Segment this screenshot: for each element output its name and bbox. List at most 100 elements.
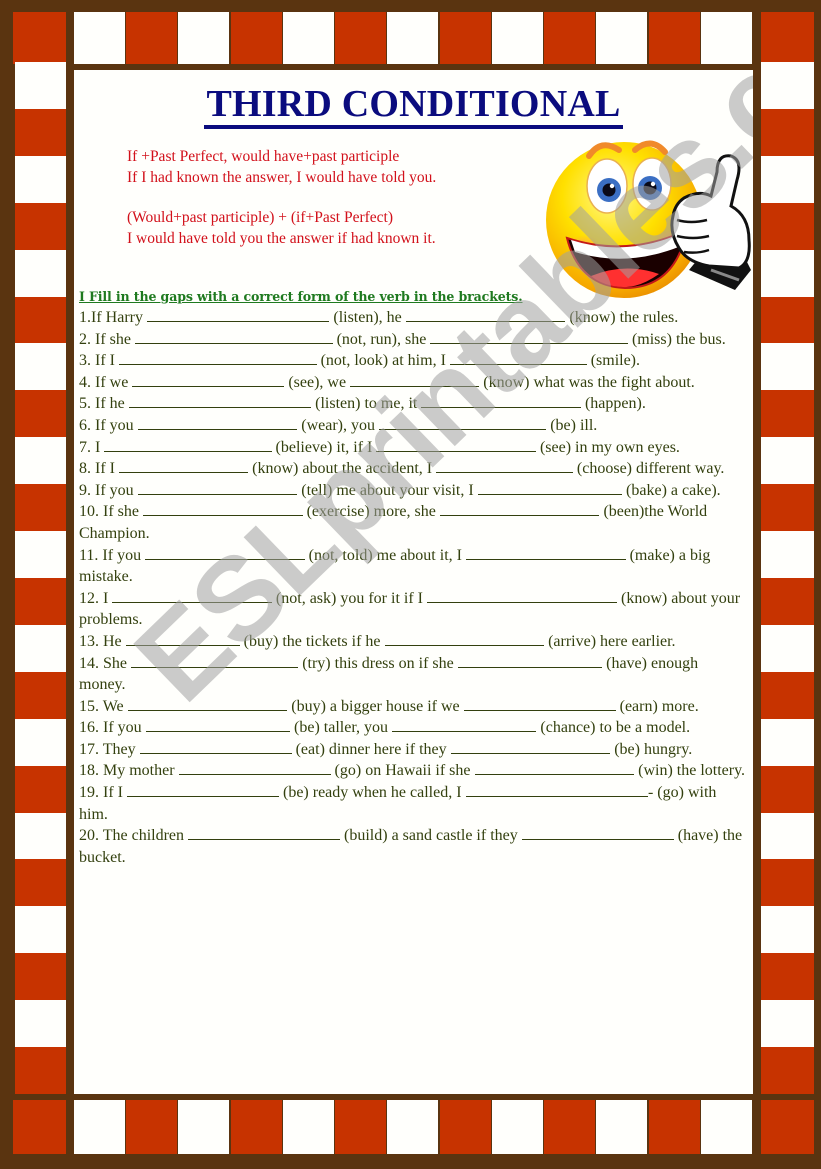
answer-blank[interactable] xyxy=(145,545,305,560)
answer-blank[interactable] xyxy=(477,480,623,495)
exercise-text: (arrive) here earlier. xyxy=(544,632,676,650)
border-cell xyxy=(761,203,814,250)
border-cell xyxy=(15,343,66,390)
answer-blank[interactable] xyxy=(350,372,480,387)
exercise-item: 10. If she (exercise) more, she (been)th… xyxy=(79,501,747,544)
border-cell xyxy=(15,813,66,860)
answer-blank[interactable] xyxy=(436,458,573,474)
answer-blank[interactable] xyxy=(128,393,312,409)
border-cell xyxy=(596,1100,647,1154)
answer-blank[interactable] xyxy=(112,588,272,603)
border-cell xyxy=(15,719,66,766)
exercise-text: (not, told) me about it, I xyxy=(304,546,466,564)
border-cell xyxy=(492,1100,543,1154)
border-cell xyxy=(15,437,66,484)
exercise-text: 15. We xyxy=(79,697,128,715)
answer-blank[interactable] xyxy=(463,696,616,711)
exercise-text: (be) ready when he called, I xyxy=(278,784,466,802)
answer-blank[interactable] xyxy=(474,760,635,776)
exercise-text: 18. My mother xyxy=(79,762,179,780)
border-cell xyxy=(15,390,66,437)
exercise-text: 3. If I xyxy=(79,352,119,370)
exercise-instruction: I Fill in the gaps with a correct form o… xyxy=(79,289,523,304)
exercise-text: (not, ask) you for it if I xyxy=(271,589,427,607)
border-cell xyxy=(231,12,282,64)
border-cell xyxy=(761,250,814,297)
answer-blank[interactable] xyxy=(118,350,317,366)
answer-blank[interactable] xyxy=(134,329,333,344)
border-cell xyxy=(15,62,66,109)
border-cell xyxy=(761,719,814,766)
exercise-text: (know) about the accident, I xyxy=(248,460,437,478)
answer-blank[interactable] xyxy=(384,631,545,646)
answer-blank[interactable] xyxy=(188,825,341,841)
border-cell xyxy=(126,1100,177,1154)
exercise-text: (know) what was the fight about. xyxy=(479,373,695,391)
answer-blank[interactable] xyxy=(421,393,581,409)
answer-blank[interactable] xyxy=(465,782,648,798)
border-corner xyxy=(13,12,66,64)
answer-blank[interactable] xyxy=(392,717,537,733)
border-cell xyxy=(15,1000,66,1047)
border-cell xyxy=(126,12,177,64)
border-cell xyxy=(440,12,491,64)
answer-blank[interactable] xyxy=(104,437,272,452)
answer-blank[interactable] xyxy=(521,825,674,841)
border-cell xyxy=(596,12,647,64)
border-cell xyxy=(761,906,814,953)
answer-blank[interactable] xyxy=(142,501,303,517)
border-cell xyxy=(335,12,386,64)
exercise-item: 18. My mother (go) on Hawaii if she (win… xyxy=(79,760,747,782)
answer-blank[interactable] xyxy=(146,307,330,322)
answer-blank[interactable] xyxy=(379,415,547,430)
exercise-item: 14. She (try) this dress on if she (have… xyxy=(79,653,747,696)
exercise-text: (see) in my own eyes. xyxy=(535,438,680,456)
exercise-item: 8. If I (know) about the accident, I (ch… xyxy=(79,458,747,480)
border-cell xyxy=(15,1047,66,1094)
exercise-text: (wear), you xyxy=(297,416,379,434)
answer-blank[interactable] xyxy=(439,501,600,517)
border-cell xyxy=(761,813,814,860)
answer-blank[interactable] xyxy=(405,307,566,322)
exercise-text: 4. If we xyxy=(79,373,133,391)
answer-blank[interactable] xyxy=(449,350,587,366)
exercise-item: 2. If she (not, run), she (miss) the bus… xyxy=(79,329,747,351)
exercise-text: (build) a sand castle if they xyxy=(340,827,522,845)
answer-blank[interactable] xyxy=(145,717,291,733)
answer-blank[interactable] xyxy=(118,458,249,474)
exercise-item: 12. I (not, ask) you for it if I (know) … xyxy=(79,588,747,631)
answer-blank[interactable] xyxy=(430,329,628,344)
border-cell xyxy=(387,1100,438,1154)
answer-blank[interactable] xyxy=(450,739,611,754)
exercise-item: 6. If you (wear), you (be) ill. xyxy=(79,415,747,437)
answer-blank[interactable] xyxy=(178,760,331,776)
answer-blank[interactable] xyxy=(457,653,603,668)
exercise-item: 11. If you (not, told) me about it, I (m… xyxy=(79,545,747,588)
rule-formula: If +Past Perfect, would have+past partic… xyxy=(127,148,400,165)
answer-blank[interactable] xyxy=(465,545,626,560)
exercise-text: 5. If he xyxy=(79,395,129,413)
exercise-text: 20. The children xyxy=(79,827,189,845)
exercise-text: (happen). xyxy=(580,395,646,413)
border-cell xyxy=(335,1100,386,1154)
rule-example: If I had known the answer, I would have … xyxy=(127,169,437,186)
answer-blank[interactable] xyxy=(376,437,536,452)
answer-blank[interactable] xyxy=(139,739,292,754)
border-cell xyxy=(761,437,814,484)
answer-blank[interactable] xyxy=(137,415,298,430)
exercise-text: (listen) to me, it xyxy=(311,395,422,413)
answer-blank[interactable] xyxy=(132,372,285,387)
exercise-item: 19. If I (be) ready when he called, I - … xyxy=(79,782,747,825)
answer-blank[interactable] xyxy=(127,696,288,711)
exercise-item: 4. If we (see), we (know) what was the f… xyxy=(79,372,747,394)
exercise-text: (buy) a bigger house if we xyxy=(287,697,464,715)
answer-blank[interactable] xyxy=(126,782,279,798)
exercise-text: 2. If she xyxy=(79,330,135,348)
answer-blank[interactable] xyxy=(125,631,240,646)
border-cell xyxy=(761,62,814,109)
answer-blank[interactable] xyxy=(427,588,617,603)
answer-blank[interactable] xyxy=(137,480,298,495)
exercise-text: (believe) it, if I xyxy=(271,438,377,456)
answer-blank[interactable] xyxy=(131,653,299,668)
exercise-text: (not, run), she xyxy=(332,330,431,348)
